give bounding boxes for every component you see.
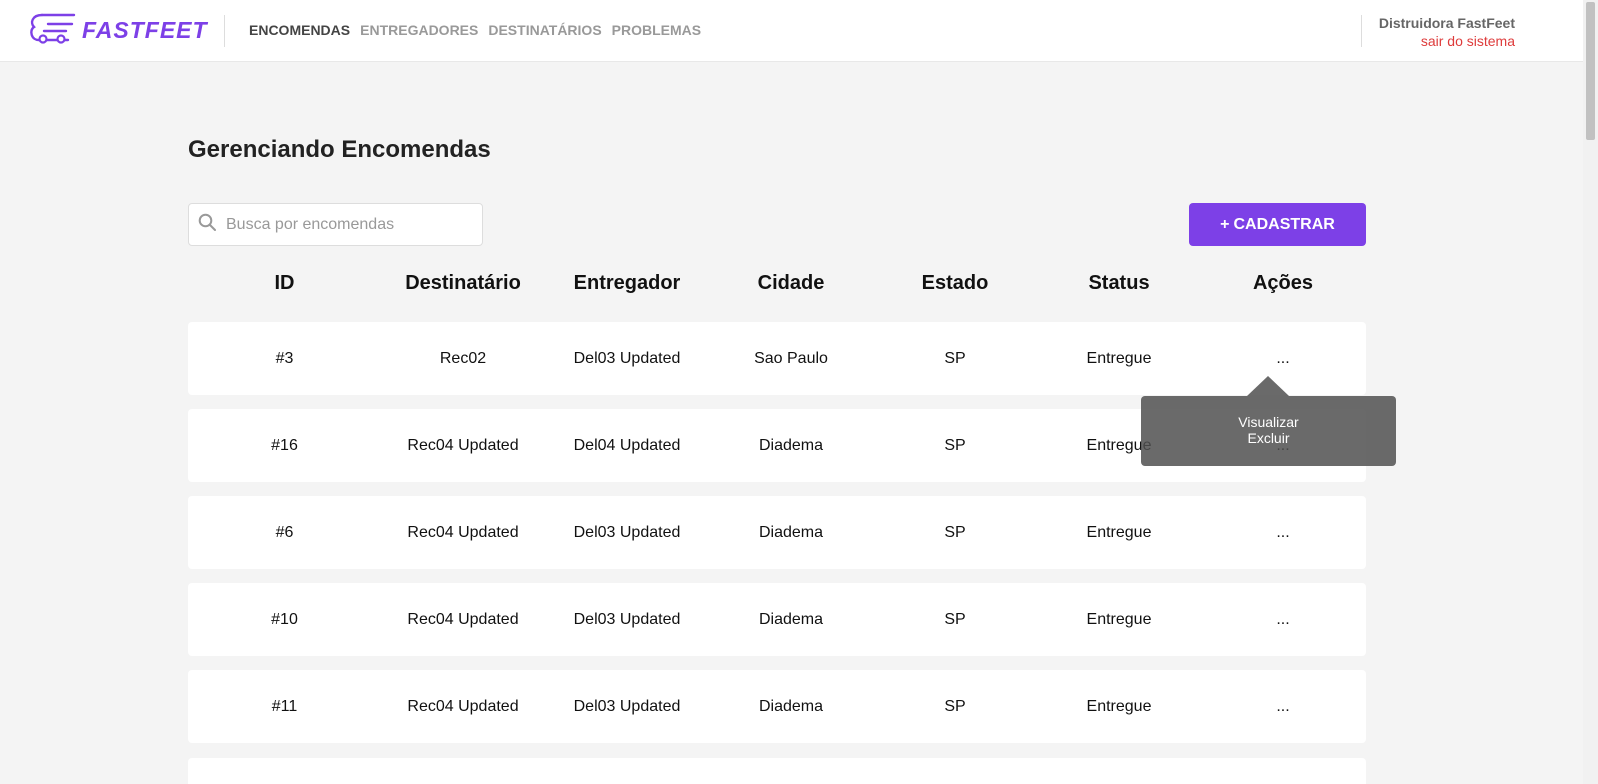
cell-city: Diadema (758, 436, 824, 454)
column-header-deliveryman: Entregador (573, 272, 681, 294)
nav-item-problemas[interactable]: PROBLEMAS (612, 22, 701, 38)
table-row: #11 Rec04 Updated Del03 Updated Diadema … (188, 670, 1366, 743)
nav-item-encomendas[interactable]: ENCOMENDAS (249, 22, 350, 38)
search-icon (198, 213, 216, 236)
row-actions-button[interactable]: ... (1201, 524, 1365, 542)
add-button-label: CADASTRAR (1233, 215, 1335, 233)
row-actions-button[interactable]: ... (1201, 350, 1365, 368)
cell-state: SP (944, 610, 966, 628)
logout-link[interactable]: sair do sistema (1379, 32, 1515, 50)
column-header-state: Estado (921, 272, 989, 294)
search-input[interactable] (226, 215, 466, 234)
main-nav: ENCOMENDAS ENTREGADORES DESTINATÁRIOS PR… (249, 22, 701, 38)
cell-recipient: Rec02 (439, 349, 487, 367)
cell-id: #3 (275, 349, 294, 367)
cell-recipient: Rec04 Updated (407, 436, 519, 454)
column-header-actions: Ações (1252, 272, 1314, 294)
row-actions-button[interactable]: ... (1201, 698, 1365, 716)
menu-item-excluir[interactable]: Excluir (1141, 430, 1396, 446)
cell-state: SP (944, 436, 966, 454)
profile-divider (1361, 15, 1362, 47)
cell-deliveryman: Del03 Updated (573, 523, 681, 541)
table-header: ID Destinatário Entregador Cidade Estado… (188, 272, 1366, 298)
column-header-status: Status (1088, 272, 1150, 294)
cell-city: Diadema (758, 697, 824, 715)
cell-deliveryman: Del03 Updated (573, 349, 681, 367)
cell-id: #10 (271, 610, 298, 628)
cell-recipient: Rec04 Updated (407, 697, 519, 715)
page-scrollbar[interactable] (1583, 0, 1598, 784)
cell-deliveryman: Del04 Updated (573, 436, 681, 454)
cell-recipient: Rec04 Updated (407, 523, 519, 541)
profile-name: Distruidora FastFeet (1378, 15, 1515, 31)
header-divider (224, 15, 225, 47)
cell-state: SP (944, 697, 966, 715)
cell-deliveryman: Del03 Updated (573, 697, 681, 715)
plus-icon: + (1220, 215, 1230, 233)
scrollbar-thumb[interactable] (1586, 2, 1595, 140)
row-actions-menu: Visualizar Excluir (1141, 376, 1396, 466)
row-actions-button[interactable]: ... (1201, 611, 1365, 629)
table-row: #3 Rec02 Del03 Updated Sao Paulo SP Entr… (188, 322, 1366, 395)
cell-status: Entregue (1086, 610, 1152, 628)
brand-logo[interactable]: FASTFEET (28, 12, 208, 48)
brand-name: FASTFEET (82, 16, 208, 43)
table-row-partial (188, 758, 1366, 784)
cell-recipient: Rec04 Updated (407, 610, 519, 628)
page-title: Gerenciando Encomendas (188, 136, 491, 163)
cell-id: #6 (275, 523, 294, 541)
menu-item-visualizar[interactable]: Visualizar (1141, 414, 1396, 430)
column-header-city: Cidade (757, 272, 825, 294)
cell-city: Diadema (758, 610, 824, 628)
truck-speed-lines-icon (28, 11, 76, 50)
cell-id: #16 (271, 436, 298, 454)
nav-item-destinatarios[interactable]: DESTINATÁRIOS (488, 22, 601, 38)
orders-table-body: #3 Rec02 Del03 Updated Sao Paulo SP Entr… (188, 322, 1366, 757)
add-order-button[interactable]: + CADASTRAR (1189, 203, 1366, 246)
column-header-id: ID (274, 272, 295, 294)
search-box (188, 203, 483, 246)
cell-city: Diadema (758, 523, 824, 541)
cell-status: Entregue (1086, 697, 1152, 715)
table-row: #6 Rec04 Updated Del03 Updated Diadema S… (188, 496, 1366, 569)
cell-id: #11 (271, 697, 298, 715)
cell-state: SP (944, 349, 966, 367)
cell-status: Entregue (1086, 523, 1152, 541)
cell-status: Entregue (1086, 349, 1152, 367)
table-row: #10 Rec04 Updated Del03 Updated Diadema … (188, 583, 1366, 656)
cell-city: Sao Paulo (754, 349, 828, 367)
cell-state: SP (944, 523, 966, 541)
user-profile: Distruidora FastFeet sair do sistema (1379, 14, 1515, 50)
top-navigation-bar: FASTFEET ENCOMENDAS ENTREGADORES DESTINA… (0, 0, 1583, 62)
nav-item-entregadores[interactable]: ENTREGADORES (360, 22, 478, 38)
column-header-recipient: Destinatário (405, 272, 521, 294)
cell-deliveryman: Del03 Updated (573, 610, 681, 628)
